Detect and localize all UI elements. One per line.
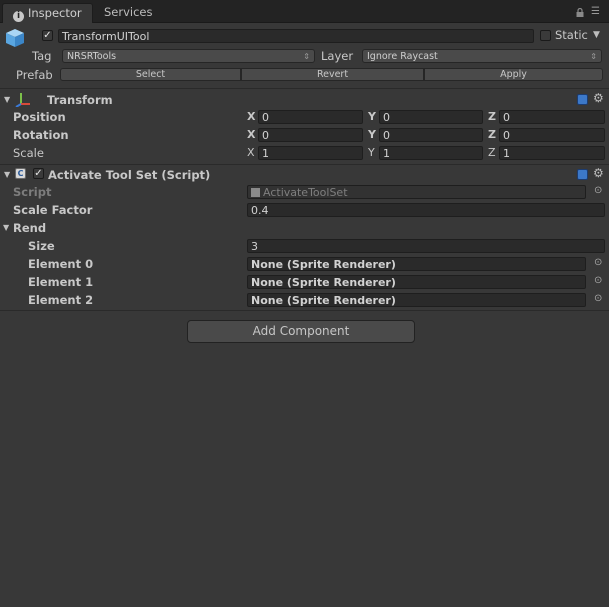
tab-menu-icon[interactable]: ☰ — [591, 6, 600, 17]
scale-factor-field[interactable]: 0.4 — [247, 203, 605, 217]
position-y-field[interactable]: 0 — [379, 110, 483, 124]
lock-icon[interactable] — [576, 7, 584, 17]
static-checkbox[interactable]: ✓ — [540, 30, 551, 41]
transform-foldout-icon[interactable]: ▼ — [4, 95, 10, 104]
help-book-icon[interactable] — [577, 94, 588, 105]
scale-label: Scale — [13, 146, 44, 160]
object-name-field[interactable]: TransformUITool — [58, 29, 534, 43]
position-x-field[interactable]: 0 — [258, 110, 363, 124]
static-label: Static — [555, 28, 588, 42]
help-book-icon[interactable] — [577, 169, 588, 180]
script-field: ActivateToolSet — [247, 185, 586, 199]
tab-bar: i Inspector Services ☰ — [0, 0, 609, 23]
transform-axes-icon — [15, 91, 31, 108]
active-checkbox[interactable]: ✓ — [42, 30, 53, 41]
script-label: Script — [13, 185, 52, 199]
layer-value: Ignore Raycast — [367, 51, 438, 62]
size-label: Size — [28, 239, 55, 253]
script-foldout-icon[interactable]: ▼ — [4, 170, 10, 179]
tab-inspector[interactable]: i Inspector — [2, 3, 93, 23]
position-x-label[interactable]: X — [247, 110, 255, 123]
add-component-button[interactable]: Add Component — [187, 320, 415, 343]
scale-factor-label: Scale Factor — [13, 203, 93, 217]
object-picker-icon[interactable]: ⊙ — [594, 293, 602, 304]
position-label: Position — [13, 110, 66, 124]
transform-title: Transform — [47, 93, 113, 107]
divider — [0, 310, 609, 311]
divider — [0, 164, 609, 165]
tag-dropdown[interactable]: NRSRTools ⇕ — [62, 49, 315, 63]
object-picker-icon[interactable]: ⊙ — [594, 275, 602, 286]
prefab-select-button[interactable]: Select — [60, 68, 241, 81]
tab-services[interactable]: Services — [94, 3, 163, 22]
rotation-label: Rotation — [13, 128, 69, 142]
gear-icon[interactable]: ⚙ — [593, 91, 604, 105]
gameobject-cube-icon — [4, 27, 26, 49]
rotation-z-field[interactable]: 0 — [499, 128, 605, 142]
csharp-script-icon: C — [15, 168, 26, 179]
tag-label: Tag — [32, 49, 52, 63]
script-enabled-checkbox[interactable]: ✓ — [33, 168, 44, 179]
object-picker-icon[interactable]: ⊙ — [594, 257, 602, 268]
tag-value: NRSRTools — [67, 51, 117, 62]
rend-label: Rend — [13, 221, 47, 235]
script-value: ActivateToolSet — [263, 186, 348, 199]
info-icon: i — [13, 11, 24, 22]
script-file-icon — [251, 188, 260, 197]
rotation-x-field[interactable]: 0 — [258, 128, 363, 142]
static-dropdown-arrow-icon[interactable]: ▼ — [593, 30, 600, 40]
prefab-label: Prefab — [16, 68, 53, 82]
element-2-field[interactable]: None (Sprite Renderer) — [247, 293, 586, 307]
layer-dropdown[interactable]: Ignore Raycast ⇕ — [362, 49, 602, 63]
element-0-label: Element 0 — [28, 257, 94, 271]
prefab-apply-button[interactable]: Apply — [424, 68, 603, 81]
rotation-y-label[interactable]: Y — [368, 128, 376, 141]
prefab-revert-button[interactable]: Revert — [241, 68, 424, 81]
layer-label: Layer — [321, 49, 354, 63]
position-z-field[interactable]: 0 — [499, 110, 605, 124]
tab-services-label: Services — [104, 5, 153, 19]
position-y-label[interactable]: Y — [368, 110, 376, 123]
element-1-field[interactable]: None (Sprite Renderer) — [247, 275, 586, 289]
rend-foldout-icon[interactable]: ▼ — [3, 223, 9, 232]
element-2-label: Element 2 — [28, 293, 94, 307]
scale-y-label[interactable]: Y — [368, 146, 375, 159]
size-field[interactable]: 3 — [247, 239, 605, 253]
divider — [0, 88, 609, 89]
scale-z-field[interactable]: 1 — [499, 146, 605, 160]
object-picker-icon: ⊙ — [594, 185, 603, 196]
rotation-z-label[interactable]: Z — [488, 128, 496, 141]
tab-inspector-label: Inspector — [28, 6, 82, 20]
element-0-field[interactable]: None (Sprite Renderer) — [247, 257, 586, 271]
scale-z-label[interactable]: Z — [488, 146, 496, 159]
updown-arrow-icon: ⇕ — [590, 52, 597, 61]
element-1-label: Element 1 — [28, 275, 94, 289]
position-z-label[interactable]: Z — [488, 110, 496, 123]
updown-arrow-icon: ⇕ — [303, 52, 310, 61]
scale-x-label[interactable]: X — [247, 146, 255, 159]
rotation-x-label[interactable]: X — [247, 128, 255, 141]
rotation-y-field[interactable]: 0 — [379, 128, 483, 142]
script-component-title: Activate Tool Set (Script) — [48, 168, 211, 182]
scale-x-field[interactable]: 1 — [258, 146, 363, 160]
scale-y-field[interactable]: 1 — [379, 146, 483, 160]
gear-icon[interactable]: ⚙ — [593, 166, 604, 180]
